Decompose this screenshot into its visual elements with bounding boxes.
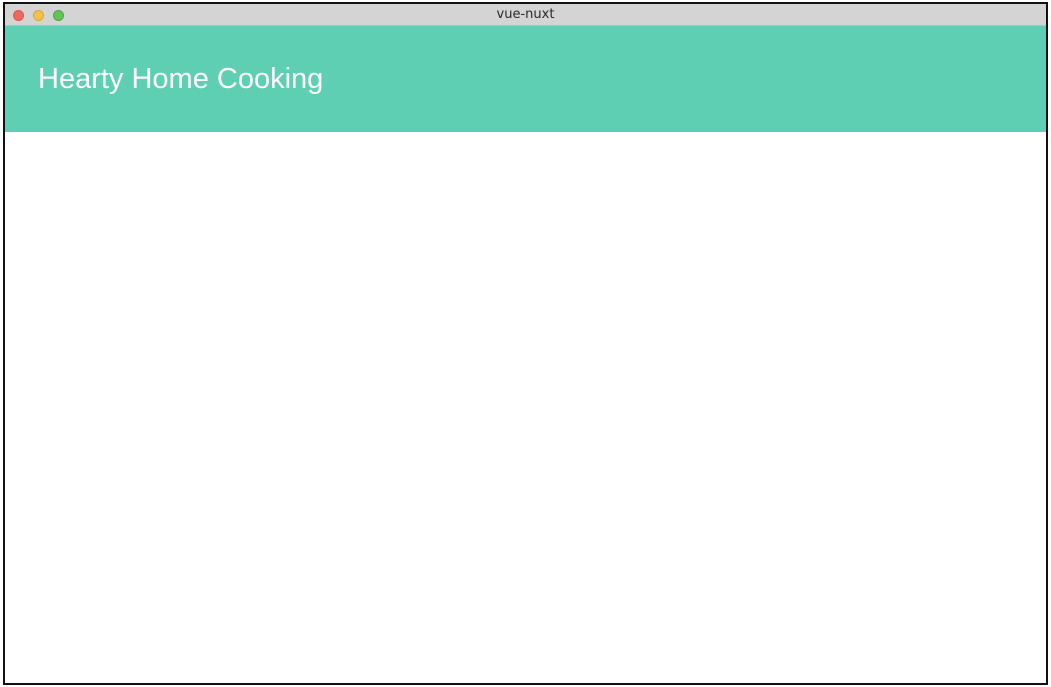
app-title: Hearty Home Cooking xyxy=(38,63,324,95)
window-titlebar[interactable]: vue-nuxt xyxy=(5,4,1046,26)
app-header: Hearty Home Cooking xyxy=(5,26,1046,132)
main-content xyxy=(5,132,1046,683)
window-title: vue-nuxt xyxy=(496,7,555,22)
browser-window: vue-nuxt Hearty Home Cooking xyxy=(3,2,1048,685)
